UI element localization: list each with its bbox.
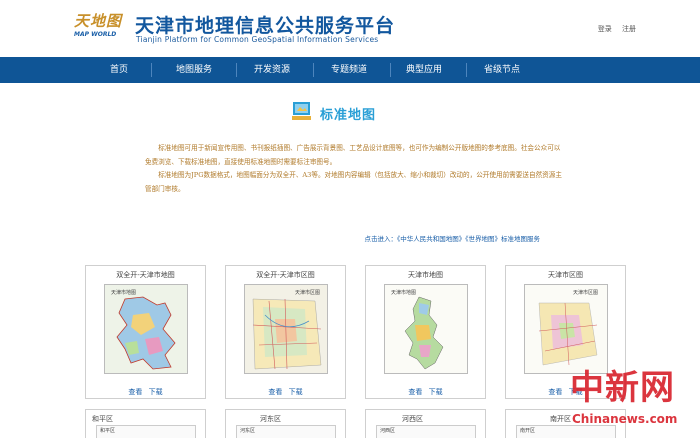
site-subtitle: Tianjin Platform for Common GeoSpatial I… <box>136 35 379 44</box>
main-nav: 首页 地图服务 开发资源 专题频道 典型应用 省级节点 <box>0 57 700 83</box>
national-world-map-link[interactable]: 点击进入：《中华人民共和国地图》《世界地图》标准地图服务 <box>365 233 541 243</box>
nav-item-provincial-nodes[interactable]: 省级节点 <box>484 57 520 83</box>
map-thumbnail[interactable]: 河西区 <box>376 425 476 438</box>
logo-en-text: MAP WORLD <box>74 31 117 38</box>
map-thumbnail-label: 天津市地图 <box>391 289 416 296</box>
download-link[interactable]: 下载 <box>289 388 303 396</box>
nav-separator <box>466 63 467 77</box>
map-thumbnail[interactable]: 南开区 <box>516 425 616 438</box>
map-thumbnail[interactable]: 河东区 <box>236 425 336 438</box>
nav-separator <box>313 63 314 77</box>
nav-separator <box>151 63 152 77</box>
nav-item-topic-channels[interactable]: 专题频道 <box>331 57 367 83</box>
map-card[interactable]: 和平区 和平区 <box>85 409 206 438</box>
map-card-actions: 查看 下载 <box>86 387 205 397</box>
chinanews-watermark-url: Chinanews.com <box>572 412 678 426</box>
map-card[interactable]: 天津市地图 天津市地图 查看 下载 <box>365 265 486 399</box>
nav-item-home[interactable]: 首页 <box>110 57 128 83</box>
login-link[interactable]: 登录 <box>598 25 612 33</box>
nav-item-dev-resources[interactable]: 开发资源 <box>254 57 290 83</box>
register-link[interactable]: 注册 <box>622 25 636 33</box>
map-card-title: 天津市区图 <box>548 271 583 279</box>
map-thumbnail-label: 和平区 <box>100 428 116 434</box>
view-link[interactable]: 查看 <box>548 388 562 396</box>
map-card-title: 天津市地图 <box>408 271 443 279</box>
nav-separator <box>236 63 237 77</box>
map-card[interactable]: 河东区 河东区 <box>225 409 346 438</box>
map-card-title: 双全开-天津市区图 <box>256 271 315 279</box>
map-card-actions: 查看 下载 <box>226 387 345 397</box>
site-header: 天地图 MAP WORLD 天津市地理信息公共服务平台 Tianjin Plat… <box>0 0 700 56</box>
map-card[interactable]: 双全开-天津市区图 天津市区图 查看 下载 <box>225 265 346 399</box>
map-card-title: 和平区 <box>92 415 113 423</box>
map-card-title: 河西区 <box>402 415 423 423</box>
map-thumbnail-label: 天津市区图 <box>573 289 598 296</box>
map-thumbnail[interactable]: 天津市区图 <box>244 284 328 374</box>
map-card[interactable]: 双全开-天津市地图 天津市地图 查看 下载 <box>85 265 206 399</box>
view-link[interactable]: 查看 <box>128 388 142 396</box>
map-thumbnail-label: 河西区 <box>380 428 396 434</box>
standard-map-icon <box>291 101 312 122</box>
nav-separator <box>390 63 391 77</box>
map-thumbnail[interactable]: 天津市地图 <box>384 284 468 374</box>
section-title: 标准地图 <box>320 108 377 123</box>
map-card-title: 南开区 <box>550 415 571 423</box>
map-world-logo[interactable]: 天地图 MAP WORLD <box>74 12 124 42</box>
download-link[interactable]: 下载 <box>429 388 443 396</box>
map-thumbnail-label: 河东区 <box>240 428 256 434</box>
view-link[interactable]: 查看 <box>268 388 282 396</box>
logo-cn-text: 天地图 <box>74 12 123 30</box>
map-thumbnail-label: 天津市地图 <box>111 289 136 296</box>
map-thumbnail-label: 天津市区图 <box>295 289 320 296</box>
site-title: 天津市地理信息公共服务平台 <box>135 15 396 37</box>
map-card[interactable]: 河西区 河西区 <box>365 409 486 438</box>
map-card-title: 双全开-天津市地图 <box>116 271 175 279</box>
intro-text: 标准地图可用于新闻宣传用图、书刊报纸插图、广告展示背景图、工艺品设计底图等，也可… <box>145 142 565 197</box>
view-link[interactable]: 查看 <box>408 388 422 396</box>
account-links: 登录 注册 <box>590 24 636 34</box>
map-thumbnail[interactable]: 天津市地图 <box>104 284 188 374</box>
chinanews-watermark: 中新网 <box>570 368 675 408</box>
map-card-title: 河东区 <box>260 415 281 423</box>
intro-paragraph-1: 标准地图可用于新闻宣传用图、书刊报纸插图、广告展示背景图、工艺品设计底图等，也可… <box>145 144 561 166</box>
download-link[interactable]: 下载 <box>149 388 163 396</box>
nav-item-typical-apps[interactable]: 典型应用 <box>406 57 442 83</box>
map-thumbnail[interactable]: 和平区 <box>96 425 196 438</box>
map-card-actions: 查看 下载 <box>366 387 485 397</box>
intro-paragraph-2: 标准地图为JPG数据格式，地图幅面分为双全开、A3等。对地图内容编辑（包括放大、… <box>145 171 562 194</box>
map-thumbnail-label: 南开区 <box>520 428 536 434</box>
nav-item-map-services[interactable]: 地图服务 <box>176 57 212 83</box>
